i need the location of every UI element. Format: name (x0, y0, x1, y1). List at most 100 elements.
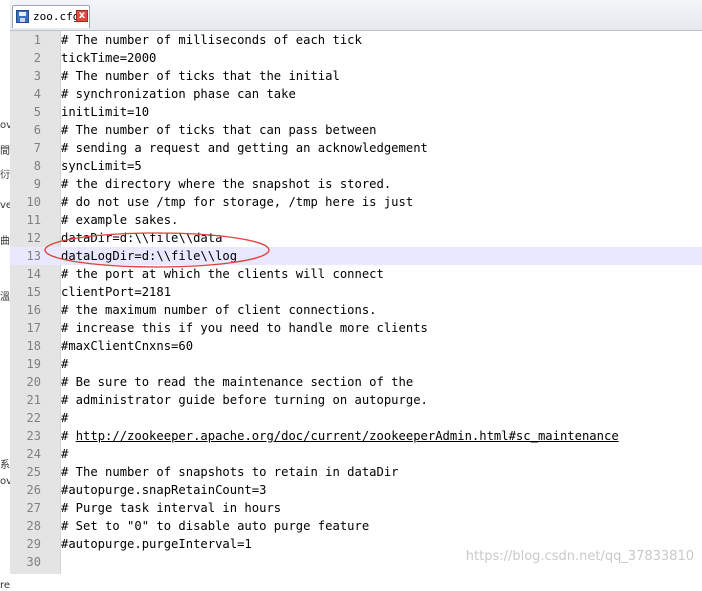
editor-line[interactable]: 11 # example sakes. (10, 211, 702, 229)
line-text: # (61, 429, 76, 443)
line-text: #autopurge.snapRetainCount=3 (61, 483, 267, 497)
line-text: # (61, 411, 69, 425)
line-number: 10 (26, 195, 41, 209)
line-number: 5 (33, 105, 41, 119)
tab-zoo-cfg[interactable]: zoo.cfg x (12, 5, 90, 28)
line-number: 17 (26, 321, 41, 335)
editor-line[interactable]: 4 # synchronization phase can take (10, 85, 702, 103)
editor-line[interactable]: 2 tickTime=2000 (10, 49, 702, 67)
background-window-fragment: re (0, 580, 10, 591)
close-icon[interactable]: x (76, 10, 88, 22)
background-window-fragment: ov (0, 476, 10, 487)
editor-line[interactable]: 18 #maxClientCnxns=60 (10, 337, 702, 355)
editor-line[interactable]: 27 # Purge task interval in hours (10, 499, 702, 517)
watermark: https://blog.csdn.net/qq_37833810 (465, 549, 694, 564)
line-number: 15 (26, 285, 41, 299)
url-link[interactable]: http://zookeeper.apache.org/doc/current/… (76, 427, 619, 445)
line-number: 27 (26, 501, 41, 515)
line-number: 16 (26, 303, 41, 317)
line-text: # the directory where the snapshot is st… (61, 177, 392, 191)
line-number: 25 (26, 465, 41, 479)
editor-line[interactable]: 1 # The number of milliseconds of each ti… (10, 31, 702, 49)
line-number: 29 (26, 537, 41, 551)
text-editor[interactable]: 1 # The number of milliseconds of each ti… (10, 31, 702, 574)
line-number: 7 (33, 141, 41, 155)
line-text: # do not use /tmp for storage, /tmp here… (61, 195, 414, 209)
background-window-strip: ov 間衍 ve 曲溫系 ov re (0, 0, 10, 591)
editor-line[interactable]: 17 # increase this if you need to handle … (10, 319, 702, 337)
editor-line[interactable]: 19 # (10, 355, 702, 373)
editor-line[interactable]: 26 #autopurge.snapRetainCount=3 (10, 481, 702, 499)
line-number: 4 (33, 87, 41, 101)
background-window-fragment: 曲 (0, 236, 10, 247)
line-text: initLimit=10 (61, 105, 150, 119)
editor-line[interactable]: 23 # http://zookeeper.apache.org/doc/curr… (10, 427, 702, 445)
line-number: 18 (26, 339, 41, 353)
background-window-fragment: 系 (0, 460, 10, 471)
annotation-ellipse-shape (44, 232, 270, 268)
line-number: 22 (26, 411, 41, 425)
background-window-fragment: 間 (0, 146, 10, 157)
line-text: clientPort=2181 (61, 285, 172, 299)
background-window-fragment: 衍 (0, 170, 10, 181)
line-text: # The number of ticks that the initial (61, 69, 340, 83)
editor-line[interactable]: 6 # The number of ticks that can pass bet… (10, 121, 702, 139)
line-number: 2 (33, 51, 41, 65)
line-number: 23 (26, 429, 41, 443)
line-number: 19 (26, 357, 41, 371)
line-text: # Purge task interval in hours (61, 501, 282, 515)
line-number: 28 (26, 519, 41, 533)
editor-line[interactable]: 5 initLimit=10 (10, 103, 702, 121)
line-text: # (61, 447, 69, 461)
editor-line[interactable]: 25 # The number of snapshots to retain in… (10, 463, 702, 481)
line-text: syncLimit=5 (61, 159, 142, 173)
editor-line[interactable]: 9 # the directory where the snapshot is s… (10, 175, 702, 193)
red-annotation-ellipse (44, 232, 270, 268)
editor-line[interactable]: 21 # administrator guide before turning o… (10, 391, 702, 409)
save-disk-icon (16, 10, 29, 23)
editor-line[interactable]: 24 # (10, 445, 702, 463)
line-text: # (61, 357, 69, 371)
line-text: tickTime=2000 (61, 51, 157, 65)
tab-label: zoo.cfg (33, 10, 80, 23)
editor-line[interactable]: 28 # Set to "0" to disable auto purge fea… (10, 517, 702, 535)
line-number: 26 (26, 483, 41, 497)
line-number: 14 (26, 267, 41, 281)
line-text: #maxClientCnxns=60 (61, 339, 194, 353)
line-number: 13 (26, 249, 41, 263)
background-window-fragment: ov (0, 120, 10, 131)
line-number: 8 (33, 159, 41, 173)
editor-line[interactable]: 20 # Be sure to read the maintenance sect… (10, 373, 702, 391)
line-number: 24 (26, 447, 41, 461)
line-number: 6 (33, 123, 41, 137)
editor-line[interactable]: 15 clientPort=2181 (10, 283, 702, 301)
line-text: # administrator guide before turning on … (61, 393, 428, 407)
tab-bar: zoo.cfg x (10, 0, 702, 31)
line-text: # The number of snapshots to retain in d… (61, 465, 399, 479)
editor-line[interactable]: 16 # the maximum number of client connect… (10, 301, 702, 319)
line-text: # example sakes. (61, 213, 179, 227)
line-text: # increase this if you need to handle mo… (61, 321, 428, 335)
line-text: # synchronization phase can take (61, 87, 296, 101)
background-window-fragment: ve (0, 200, 10, 211)
line-number: 9 (33, 177, 41, 191)
line-text: # Be sure to read the maintenance sectio… (61, 375, 414, 389)
editor-line[interactable]: 22 # (10, 409, 702, 427)
line-text: # The number of ticks that can pass betw… (61, 123, 377, 137)
line-number: 1 (33, 33, 41, 47)
line-text: #autopurge.purgeInterval=1 (61, 537, 252, 551)
line-number: 20 (26, 375, 41, 389)
background-window-fragment: 溫 (0, 292, 10, 303)
editor-line[interactable]: 3 # The number of ticks that the initial (10, 67, 702, 85)
editor-lines: 1 # The number of milliseconds of each ti… (10, 31, 702, 571)
line-text: # the maximum number of client connectio… (61, 303, 377, 317)
line-number: 12 (26, 231, 41, 245)
line-number: 11 (26, 213, 41, 227)
line-text: # The number of milliseconds of each tic… (61, 33, 362, 47)
editor-line[interactable]: 8 syncLimit=5 (10, 157, 702, 175)
line-text: # Set to "0" to disable auto purge featu… (61, 519, 370, 533)
editor-line[interactable]: 7 # sending a request and getting an ackn… (10, 139, 702, 157)
line-number: 3 (33, 69, 41, 83)
editor-line[interactable]: 10 # do not use /tmp for storage, /tmp he… (10, 193, 702, 211)
line-number: 30 (26, 555, 41, 569)
